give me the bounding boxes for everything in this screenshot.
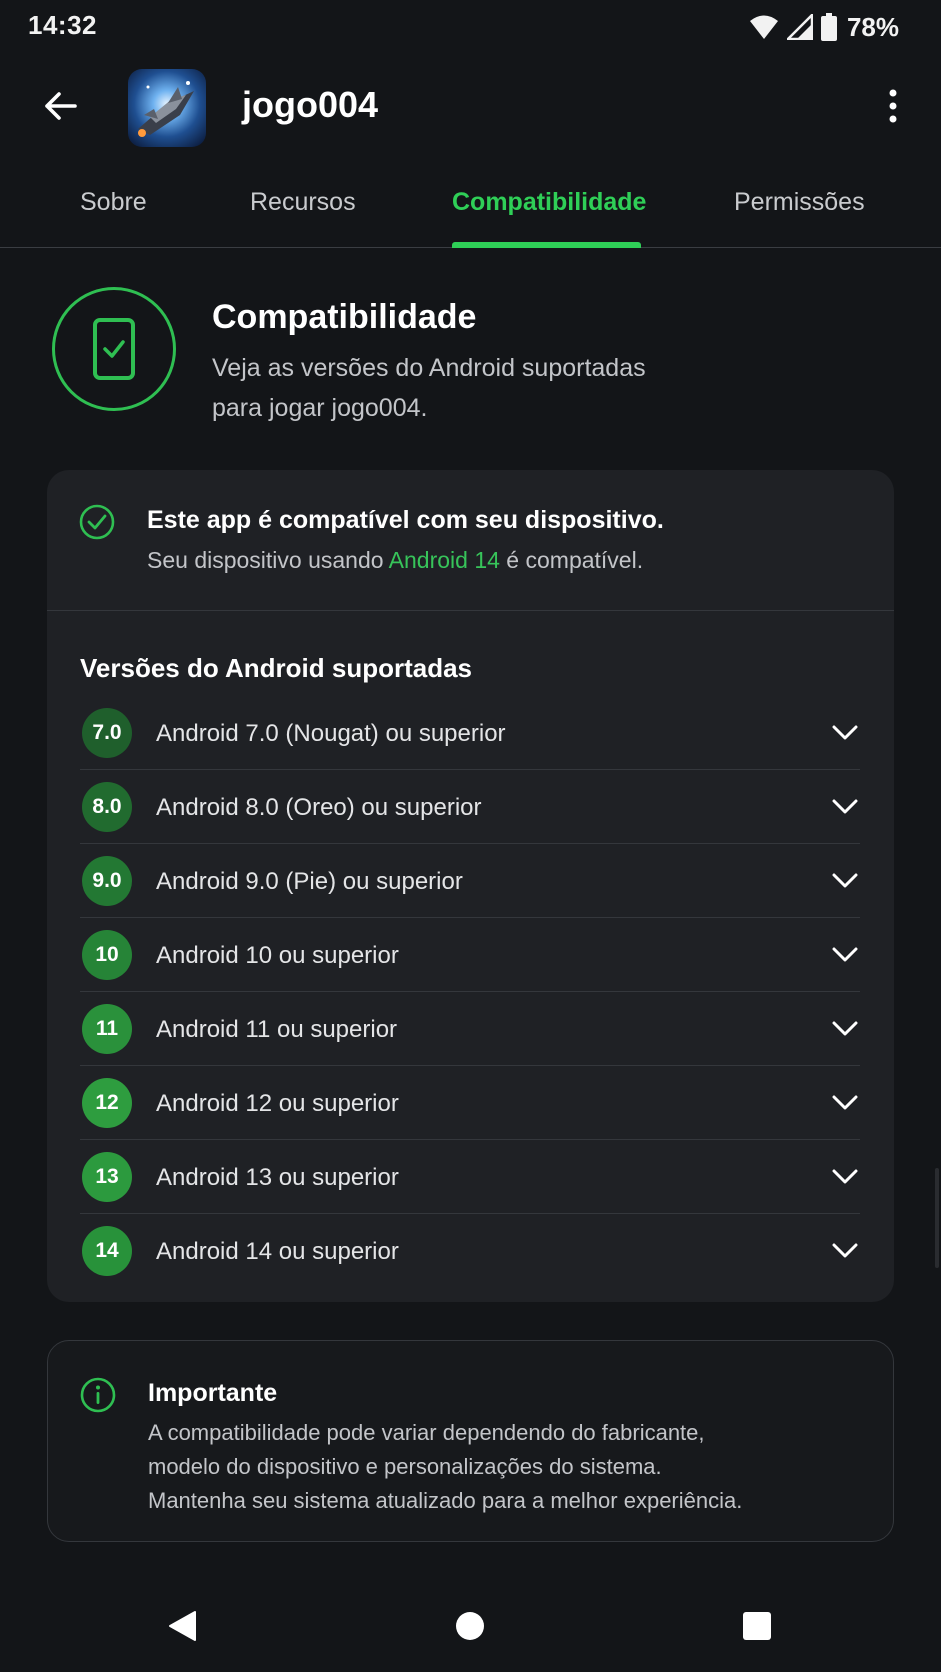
app-screen: 14:32 78% jogo004 Sobre Recursos Compati… — [0, 0, 941, 1672]
version-label: Android 13 ou superior — [156, 1164, 399, 1191]
battery-icon — [820, 13, 837, 41]
nav-recents-icon — [743, 1612, 771, 1640]
info-text: A compatibilidade pode variar dependendo… — [148, 1416, 868, 1518]
hero-icon-circle — [52, 287, 176, 411]
chevron-down-icon[interactable] — [830, 866, 860, 896]
version-row-8[interactable]: 8.0 Android 8.0 (Oreo) ou superior — [80, 770, 860, 844]
tab-recursos[interactable]: Recursos — [250, 188, 356, 217]
chevron-down-icon[interactable] — [830, 1014, 860, 1044]
back-button[interactable] — [32, 82, 88, 130]
version-label: Android 14 ou superior — [156, 1238, 399, 1265]
chevron-down-icon[interactable] — [830, 792, 860, 822]
version-badge: 10 — [82, 930, 132, 980]
compat-desc-prefix: Seu dispositivo usando — [147, 547, 389, 573]
compat-status-title: Este app é compatível com seu dispositiv… — [147, 506, 664, 534]
version-badge: 11 — [82, 1004, 132, 1054]
phone-check-icon — [93, 318, 135, 380]
chevron-down-icon[interactable] — [830, 940, 860, 970]
chevron-down-icon[interactable] — [830, 1162, 860, 1192]
wifi-icon — [749, 14, 779, 40]
nav-home-icon — [456, 1612, 484, 1640]
version-label: Android 8.0 (Oreo) ou superior — [156, 794, 482, 821]
status-time: 14:32 — [28, 10, 97, 40]
info-line: A compatibilidade pode variar dependendo… — [148, 1420, 705, 1445]
check-circle-icon — [79, 504, 115, 545]
version-badge: 9.0 — [82, 856, 132, 906]
versions-heading: Versões do Android suportadas — [80, 653, 473, 683]
app-title: jogo004 — [242, 84, 379, 125]
compat-status-desc: Seu dispositivo usando Android 14 é comp… — [147, 547, 643, 574]
info-title: Importante — [148, 1379, 278, 1407]
section-title: Compatibilidade — [212, 298, 477, 336]
important-info-card: Importante A compatibilidade pode variar… — [47, 1340, 894, 1542]
compat-status-banner: Este app é compatível com seu dispositiv… — [47, 470, 894, 611]
tab-permissoes[interactable]: Permissões — [734, 188, 865, 217]
version-label: Android 12 ou superior — [156, 1090, 399, 1117]
tab-compatibilidade[interactable]: Compatibilidade — [452, 188, 646, 217]
chevron-down-icon[interactable] — [830, 718, 860, 748]
system-nav-bar — [0, 1580, 941, 1672]
signal-icon — [786, 14, 813, 40]
scrollbar[interactable] — [935, 1168, 939, 1268]
battery-percent: 78% — [846, 11, 899, 42]
app-bar: jogo004 — [0, 64, 941, 148]
spaceship-game-icon — [128, 69, 206, 147]
nav-home-button[interactable] — [446, 1602, 494, 1650]
compatibility-card: Este app é compatível com seu dispositiv… — [47, 470, 894, 1302]
version-badge: 8.0 — [82, 782, 132, 832]
section-subtitle-line2: para jogar jogo004. — [212, 394, 428, 422]
version-row-13[interactable]: 13 Android 13 ou superior — [80, 1140, 860, 1214]
version-badge: 13 — [82, 1152, 132, 1202]
version-row-12[interactable]: 12 Android 12 ou superior — [80, 1066, 860, 1140]
active-tab-indicator — [452, 242, 641, 248]
version-badge: 7.0 — [82, 708, 132, 758]
section-subtitle: Veja as versões do Android suportadas pa… — [212, 348, 692, 428]
version-row-9[interactable]: 9.0 Android 9.0 (Pie) ou superior — [80, 844, 860, 918]
version-label: Android 7.0 (Nougat) ou superior — [156, 720, 506, 747]
version-label: Android 10 ou superior — [156, 942, 399, 969]
info-line: Mantenha seu sistema atualizado para a m… — [148, 1488, 743, 1513]
section-subtitle-line1: Veja as versões do Android suportadas — [212, 354, 646, 382]
more-vert-icon — [889, 89, 897, 123]
device-version-highlight: Android 14 — [388, 547, 500, 573]
compat-desc-suffix: é compatível. — [499, 547, 644, 573]
version-row-14[interactable]: 14 Android 14 ou superior — [80, 1214, 860, 1288]
version-list: 7.0 Android 7.0 (Nougat) ou superior 8.0… — [80, 696, 860, 1288]
status-bar: 14:32 78% — [0, 0, 941, 56]
nav-back-icon — [169, 1611, 196, 1641]
info-icon — [80, 1377, 116, 1418]
version-badge: 14 — [82, 1226, 132, 1276]
app-icon — [128, 69, 206, 147]
version-label: Android 9.0 (Pie) ou superior — [156, 868, 463, 895]
version-row-7[interactable]: 7.0 Android 7.0 (Nougat) ou superior — [80, 696, 860, 770]
more-options-button[interactable] — [869, 82, 917, 130]
version-row-10[interactable]: 10 Android 10 ou superior — [80, 918, 860, 992]
tab-sobre[interactable]: Sobre — [80, 188, 147, 217]
status-icons: 78% — [749, 12, 899, 42]
version-label: Android 11 ou superior — [156, 1016, 398, 1043]
chevron-down-icon[interactable] — [830, 1088, 860, 1118]
nav-back-button[interactable] — [158, 1602, 206, 1650]
version-badge: 12 — [82, 1078, 132, 1128]
version-row-11[interactable]: 11 Android 11 ou superior — [80, 992, 860, 1066]
chevron-down-icon[interactable] — [830, 1236, 860, 1266]
info-line: modelo do dispositivo e personalizações … — [148, 1454, 662, 1479]
tab-bar: Sobre Recursos Compatibilidade Permissõe… — [0, 172, 941, 248]
arrow-left-icon — [45, 92, 77, 120]
nav-recents-button[interactable] — [733, 1602, 781, 1650]
